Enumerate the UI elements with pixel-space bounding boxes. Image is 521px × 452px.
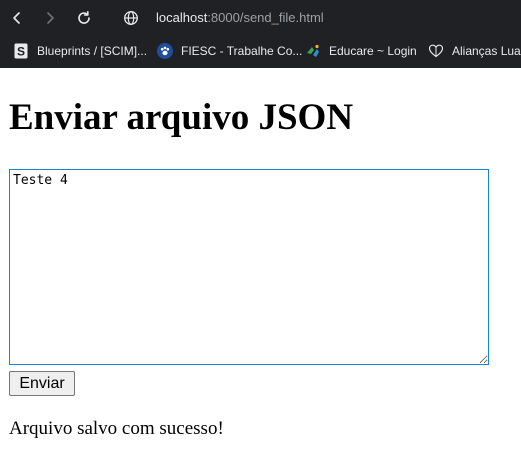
status-message: Arquivo salvo com sucesso! — [9, 418, 224, 439]
url-host: localhost — [156, 10, 208, 25]
reload-icon — [78, 11, 90, 24]
browser-chrome: localhost:8000/send_file.html S Blueprin… — [0, 0, 521, 68]
bookmark-label: Alianças Luar — [452, 44, 521, 58]
bookmark-blueprints[interactable]: S Blueprints / [SCIM]... — [13, 41, 147, 61]
forward-button[interactable] — [38, 6, 62, 30]
send-button[interactable]: Enviar — [9, 371, 75, 396]
site-info-button[interactable] — [119, 6, 143, 30]
globe-icon — [124, 11, 138, 25]
bookmarks-bar: S Blueprints / [SCIM]... FIESC - Trabalh… — [0, 35, 521, 68]
bookmark-label: Educare ~ Login — [329, 44, 417, 58]
heart-favicon-icon — [428, 43, 444, 59]
bookmark-label: FIESC - Trabalhe Co... — [181, 44, 303, 58]
address-bar[interactable]: localhost:8000/send_file.html — [156, 9, 324, 26]
educare-favicon-icon — [305, 43, 321, 59]
url-path: :8000/send_file.html — [207, 10, 324, 25]
bookmark-aliancas-luar[interactable]: Alianças Luar — [428, 41, 521, 61]
svg-text:S: S — [17, 45, 25, 59]
page-title: Enviar arquivo JSON — [9, 97, 354, 138]
chevron-right-icon — [47, 12, 54, 24]
browser-toolbar: localhost:8000/send_file.html — [0, 0, 521, 35]
json-textarea[interactable]: Teste 4 — [9, 169, 489, 365]
chevron-left-icon — [13, 12, 20, 24]
bookmark-educare[interactable]: Educare ~ Login — [305, 41, 417, 61]
bookmark-label: Blueprints / [SCIM]... — [37, 44, 148, 58]
reload-button[interactable] — [72, 6, 96, 30]
back-button[interactable] — [5, 6, 29, 30]
paw-favicon-icon — [157, 43, 173, 59]
page-content: Enviar arquivo JSON Teste 4 Enviar Arqui… — [0, 68, 521, 452]
bookmark-fiesc[interactable]: FIESC - Trabalhe Co... — [157, 41, 302, 61]
dark-s-favicon-icon: S — [13, 43, 29, 59]
